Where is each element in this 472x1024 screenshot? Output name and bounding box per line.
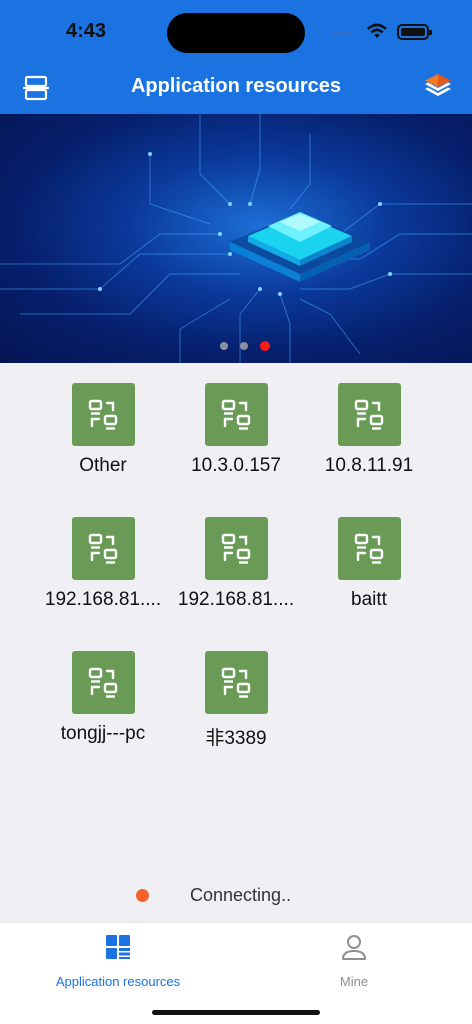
remote-desktop-icon bbox=[204, 651, 268, 714]
resource-item[interactable]: 192.168.81.... bbox=[169, 517, 303, 611]
resource-label: 192.168.81.... bbox=[177, 589, 295, 610]
tab-bar: Application resources Mine bbox=[0, 922, 472, 1024]
carousel-dot-active[interactable] bbox=[260, 341, 270, 351]
remote-desktop-icon bbox=[71, 383, 135, 446]
resource-item[interactable]: 10.8.11.91 bbox=[302, 383, 436, 477]
wifi-icon bbox=[367, 23, 387, 38]
resource-label: 192.168.81.... bbox=[44, 589, 162, 610]
resource-item[interactable]: 10.3.0.157 bbox=[169, 383, 303, 477]
resource-label: 10.3.0.157 bbox=[191, 455, 281, 476]
connection-status-dot bbox=[136, 889, 149, 902]
user-icon bbox=[342, 935, 366, 960]
battery-icon bbox=[397, 24, 432, 40]
banner-carousel[interactable] bbox=[0, 114, 472, 363]
resource-item[interactable]: tongjj---pc bbox=[36, 651, 170, 745]
carousel-dot[interactable] bbox=[240, 342, 248, 350]
resource-item[interactable]: baitt bbox=[302, 517, 436, 611]
tab-label: Mine bbox=[339, 974, 369, 989]
layers-icon[interactable] bbox=[420, 70, 456, 106]
dynamic-island bbox=[167, 13, 305, 53]
carousel-page-indicator[interactable] bbox=[0, 341, 472, 351]
connection-status-text: Connecting.. bbox=[190, 885, 292, 905]
resource-item[interactable]: 非3389 bbox=[169, 651, 303, 750]
resource-item[interactable]: Other bbox=[36, 383, 170, 477]
resource-label: 10.8.11.91 bbox=[324, 455, 414, 476]
banner-chip-illustration bbox=[0, 114, 472, 363]
connection-status: Connecting.. bbox=[0, 882, 472, 910]
tab-label: Application resources bbox=[55, 974, 181, 989]
tab-application-resources[interactable]: Application resources bbox=[0, 933, 236, 989]
resource-label: baitt bbox=[351, 589, 387, 610]
home-indicator bbox=[152, 1010, 320, 1015]
carousel-dot[interactable] bbox=[220, 342, 228, 350]
remote-desktop-icon bbox=[71, 651, 135, 714]
status-bar: 4:43 bbox=[0, 0, 472, 62]
resource-label: 非3389 bbox=[205, 728, 267, 749]
remote-desktop-icon bbox=[71, 517, 135, 580]
remote-desktop-icon bbox=[204, 383, 268, 446]
remote-desktop-icon bbox=[204, 517, 268, 580]
resource-label: Other bbox=[79, 455, 127, 476]
status-time: 4:43 bbox=[66, 20, 107, 42]
grid-apps-icon bbox=[106, 935, 130, 959]
nav-bar: Application resources bbox=[0, 62, 472, 114]
page-title: Application resources bbox=[130, 75, 342, 97]
remote-desktop-icon bbox=[337, 383, 401, 446]
remote-desktop-icon bbox=[337, 517, 401, 580]
cellular-signal-icon bbox=[334, 32, 352, 35]
resource-label: tongjj---pc bbox=[60, 723, 146, 744]
resource-item[interactable]: 192.168.81.... bbox=[36, 517, 170, 611]
tab-mine[interactable]: Mine bbox=[236, 933, 472, 989]
